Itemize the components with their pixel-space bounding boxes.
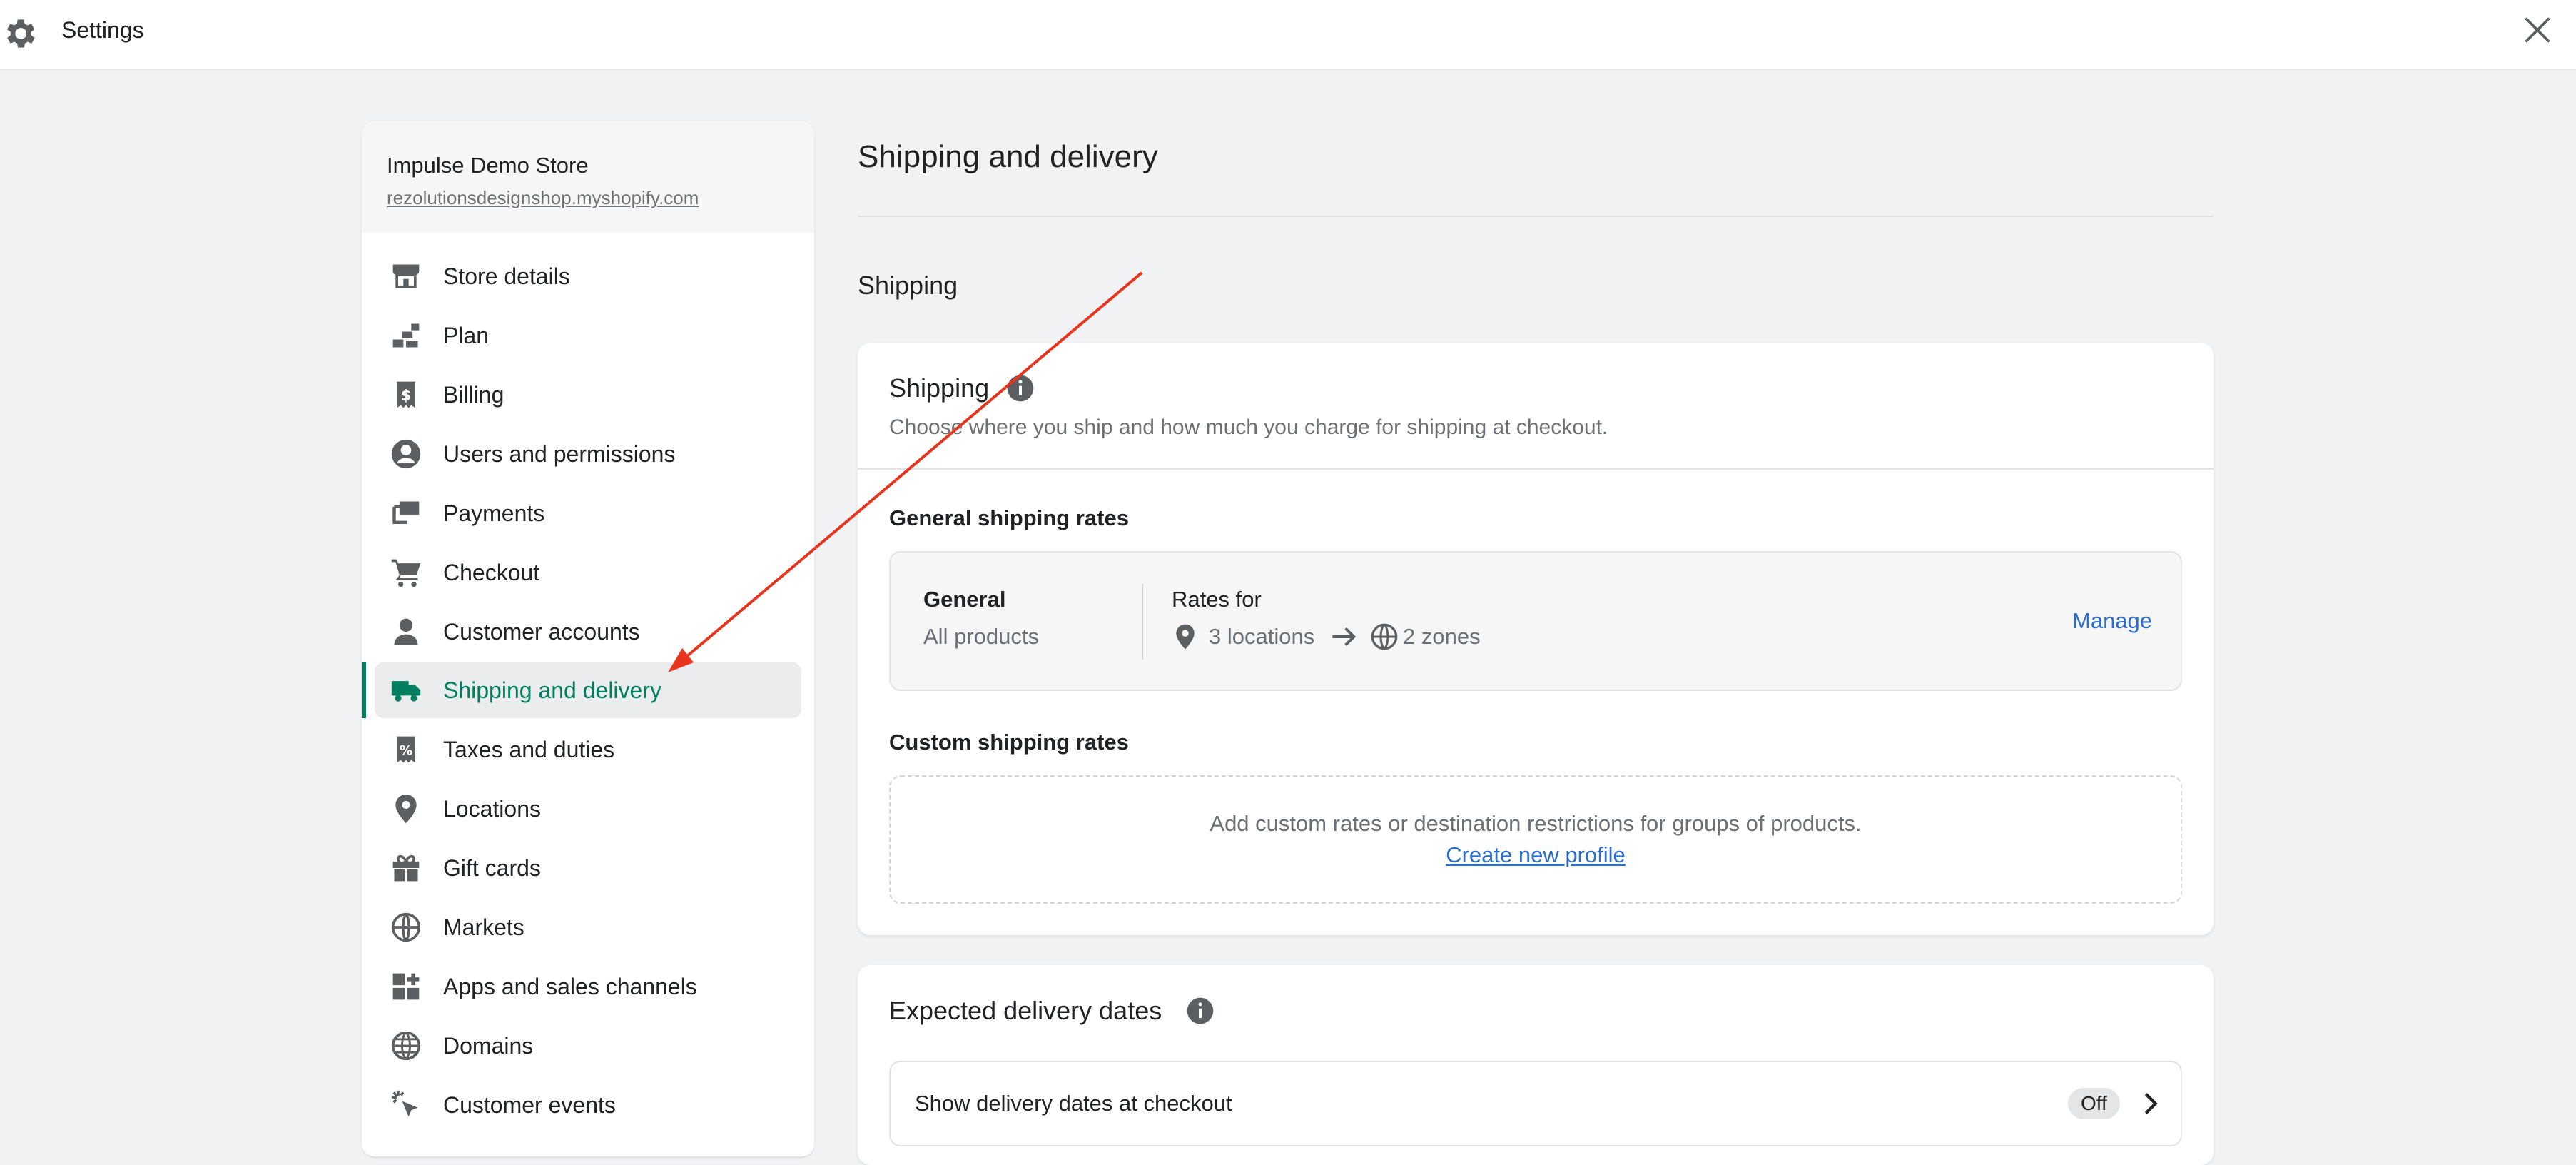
sidebar-item-label: Taxes and duties xyxy=(443,737,615,762)
arrow-right-icon xyxy=(1332,627,1357,647)
sidebar-item-label: Plan xyxy=(443,323,490,348)
location-pin-icon xyxy=(395,794,417,824)
general-profile-box: General All products Rates for 3 locatio… xyxy=(889,551,2182,691)
billing-icon: $ xyxy=(397,381,415,408)
sidebar-item-label: Customer accounts xyxy=(443,619,640,645)
shipping-card-title: Shipping xyxy=(889,373,990,403)
create-new-profile-link[interactable]: Create new profile xyxy=(1446,842,1626,867)
info-icon[interactable] xyxy=(1186,997,1215,1025)
sidebar-item-label: Markets xyxy=(443,914,524,940)
cart-icon xyxy=(391,559,421,587)
card-divider xyxy=(858,468,2214,470)
sidebar-item-customer-accounts[interactable]: Customer accounts xyxy=(375,604,801,660)
sidebar-item-apps[interactable]: Apps and sales channels xyxy=(375,959,801,1014)
settings-sidebar: Impulse Demo Store rezolutionsdesignshop… xyxy=(362,121,814,1156)
cursor-click-icon xyxy=(391,1090,418,1117)
gift-icon xyxy=(392,854,420,882)
shipping-card-subtitle: Choose where you ship and how much you c… xyxy=(889,415,1608,439)
active-indicator xyxy=(362,662,366,718)
show-delivery-dates-row[interactable]: Show delivery dates at checkout Off xyxy=(889,1061,2182,1146)
sidebar-item-label: Domains xyxy=(443,1033,534,1059)
page-title: Shipping and delivery xyxy=(858,139,1158,174)
delivery-dates-title: Expected delivery dates xyxy=(889,996,1162,1025)
store-url-link[interactable]: rezolutionsdesignshop.myshopify.com xyxy=(387,186,699,210)
locations-count: 3 locations xyxy=(1209,624,1315,649)
globe-icon xyxy=(391,1031,421,1061)
title-divider xyxy=(858,216,2214,217)
manage-link[interactable]: Manage xyxy=(2072,607,2152,635)
svg-text:%: % xyxy=(400,743,412,758)
custom-rates-text: Add custom rates or destination restrict… xyxy=(1210,811,1862,836)
store-name: Impulse Demo Store xyxy=(387,153,589,178)
shipping-card: Shipping Choose where you ship and how m… xyxy=(858,343,2214,935)
info-icon[interactable] xyxy=(1006,374,1035,403)
sidebar-item-shipping[interactable]: Shipping and delivery xyxy=(375,662,801,718)
sidebar-item-label: Checkout xyxy=(443,560,540,585)
truck-icon xyxy=(391,681,421,702)
sidebar-item-domains[interactable]: Domains xyxy=(375,1018,801,1074)
status-badge: Off xyxy=(2068,1088,2120,1119)
store-header: Impulse Demo Store rezolutionsdesignshop… xyxy=(362,121,814,233)
sidebar-item-markets[interactable]: Markets xyxy=(375,899,801,955)
user-circle-icon xyxy=(391,439,421,469)
sidebar-item-gift-cards[interactable]: Gift cards xyxy=(375,840,801,896)
sidebar-item-label: Store details xyxy=(443,263,570,289)
sidebar-item-label: Payments xyxy=(443,500,545,526)
close-icon[interactable] xyxy=(2522,14,2553,46)
custom-rates-box: Add custom rates or destination restrict… xyxy=(889,775,2182,904)
sidebar-item-label: Locations xyxy=(443,796,541,822)
general-profile-name: General xyxy=(923,587,1006,612)
sidebar-item-label: Shipping and delivery xyxy=(443,677,661,703)
apps-icon xyxy=(392,973,420,1000)
tax-receipt-icon: % xyxy=(397,736,415,763)
vertical-divider xyxy=(1142,584,1143,660)
sidebar-item-label: Users and permissions xyxy=(443,441,676,467)
sidebar-item-payments[interactable]: Payments xyxy=(375,485,801,541)
svg-text:$: $ xyxy=(401,386,411,403)
delivery-dates-card: Expected delivery dates Show delivery da… xyxy=(858,965,2214,1165)
sidebar-item-billing[interactable]: $ Billing xyxy=(375,367,801,423)
sidebar-item-locations[interactable]: Locations xyxy=(375,781,801,837)
sidebar-item-users[interactable]: Users and permissions xyxy=(375,426,801,482)
sidebar-item-customer-events[interactable]: Customer events xyxy=(375,1077,801,1133)
settings-title: Settings xyxy=(61,17,144,43)
sidebar-item-plan[interactable]: Plan xyxy=(375,308,801,363)
sidebar-item-taxes[interactable]: % Taxes and duties xyxy=(375,722,801,777)
person-icon xyxy=(394,618,418,645)
sidebar-item-label: Apps and sales channels xyxy=(443,974,697,999)
plan-icon xyxy=(392,323,420,348)
sidebar-item-label: Billing xyxy=(443,382,504,408)
general-profile-scope: All products xyxy=(923,624,1039,649)
sidebar-item-label: Customer events xyxy=(443,1092,616,1118)
location-pin-icon xyxy=(1176,624,1195,650)
sidebar-item-checkout[interactable]: Checkout xyxy=(375,545,801,600)
general-rates-heading: General shipping rates xyxy=(889,505,1129,530)
custom-rates-heading: Custom shipping rates xyxy=(889,730,1129,755)
sidebar-item-store-details[interactable]: Store details xyxy=(375,248,801,304)
section-heading-shipping: Shipping xyxy=(858,271,958,300)
globe-markets-icon xyxy=(391,912,421,942)
gear-icon xyxy=(6,19,35,48)
globe-icon xyxy=(1371,623,1398,650)
store-icon xyxy=(392,264,420,288)
sidebar-item-label: Gift cards xyxy=(443,855,541,881)
rates-for-label: Rates for xyxy=(1172,587,1262,612)
top-bar: Settings xyxy=(0,0,2576,70)
zones-count: 2 zones xyxy=(1403,624,1481,649)
payments-icon xyxy=(392,501,420,525)
chevron-right-icon xyxy=(2144,1093,2158,1114)
show-delivery-dates-label: Show delivery dates at checkout xyxy=(915,1091,1232,1116)
